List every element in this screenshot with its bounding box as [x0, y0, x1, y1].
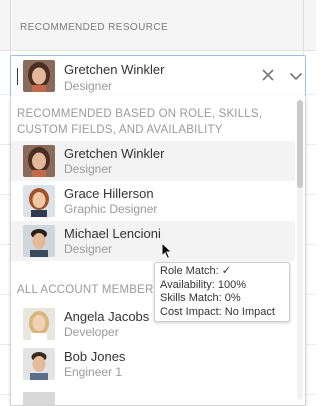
option-partial[interactable]: [11, 386, 295, 405]
option-michael-lencioni[interactable]: Michael Lencioni Designer: [11, 221, 295, 261]
option-name: Bob Jones: [64, 349, 126, 364]
availability-text: Availability: 100%: [160, 278, 247, 291]
avatar: [23, 348, 55, 380]
option-grace-hillerson[interactable]: Grace Hillerson Graphic Designer: [11, 181, 295, 221]
option-role: Graphic Designer: [64, 202, 158, 216]
cost-impact-text: Cost Impact: No Impact: [160, 305, 275, 318]
avatar: [23, 392, 55, 405]
resource-dropdown-menu: RECOMMENDED BASED ON ROLE, SKILLS, CUSTO…: [10, 96, 306, 406]
skills-match-text: Skills Match: 0%: [160, 292, 241, 304]
column-divider: [10, 0, 11, 50]
option-role: Designer: [64, 242, 113, 256]
menu-scrollbar[interactable]: [297, 100, 303, 400]
option-role: Developer: [64, 325, 119, 339]
text-caret: [17, 68, 18, 85]
clear-icon[interactable]: [261, 68, 275, 82]
option-name: Grace Hillerson: [64, 186, 154, 201]
scrollbar-thumb[interactable]: [297, 100, 303, 188]
recommended-group-header: RECOMMENDED BASED ON ROLE, SKILLS, CUSTO…: [17, 108, 263, 136]
option-role: Engineer 1: [64, 365, 123, 379]
selected-name: Gretchen Winkler: [64, 62, 165, 77]
mouse-pointer-icon: [161, 241, 173, 260]
avatar: [23, 60, 55, 92]
option-gretchen-winkler[interactable]: Gretchen Winkler Designer: [11, 141, 295, 181]
avatar: [23, 308, 55, 340]
option-name: Gretchen Winkler: [64, 146, 165, 161]
resource-select-field[interactable]: Gretchen Winkler Designer: [10, 55, 306, 97]
chevron-down-icon[interactable]: [289, 69, 303, 83]
avatar: [23, 225, 55, 257]
table-header: RECOMMENDED RESOURCE: [0, 0, 316, 51]
avatar: [23, 145, 55, 177]
column-title: RECOMMENDED RESOURCE: [20, 22, 169, 33]
option-role: Designer: [64, 162, 113, 176]
avatar: [23, 185, 55, 217]
role-match-text: Role Match: ✓: [160, 265, 231, 277]
option-name: Angela Jacobs: [64, 309, 150, 324]
option-name: Michael Lencioni: [64, 226, 161, 241]
option-bob-jones[interactable]: Bob Jones Engineer 1: [11, 344, 295, 384]
selected-role: Designer: [64, 79, 113, 93]
match-details-tooltip: Role Match: ✓ Availability: 100% Skills …: [154, 262, 290, 322]
column-divider: [303, 0, 304, 50]
